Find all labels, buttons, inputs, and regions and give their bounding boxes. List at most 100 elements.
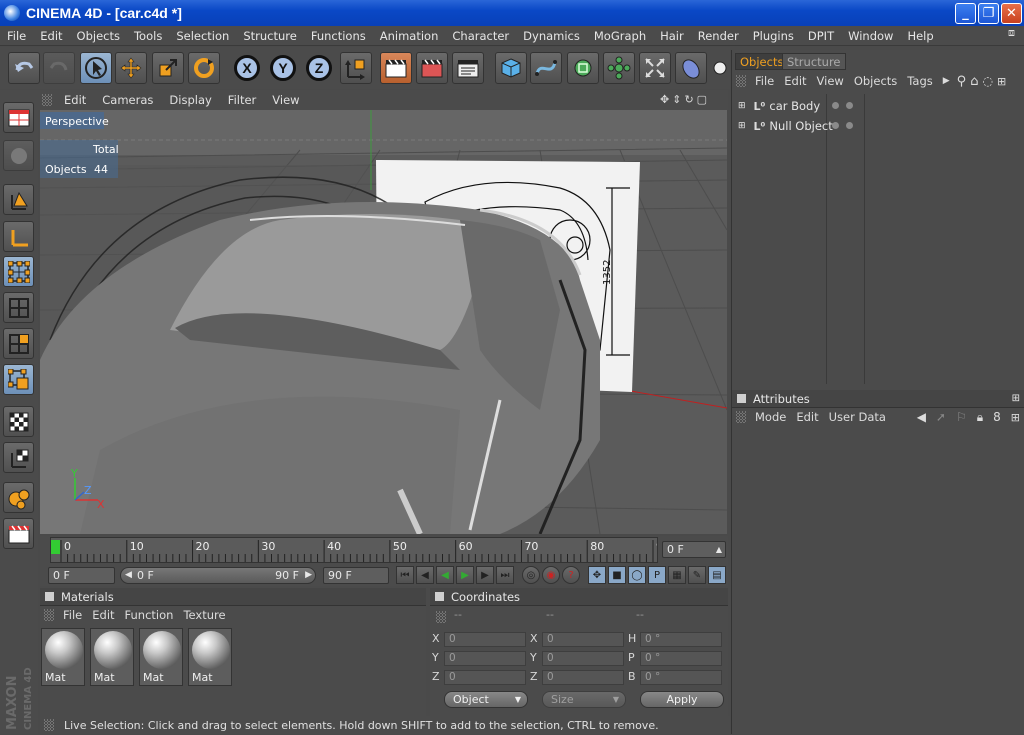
render-settings-icon[interactable] — [452, 52, 484, 84]
undo-icon[interactable] — [8, 52, 40, 84]
z-axis-lock-icon[interactable]: Z — [303, 52, 335, 84]
menu-selection[interactable]: Selection — [169, 29, 236, 43]
editor-visibility-dot[interactable] — [832, 102, 839, 109]
material-swatch[interactable]: Mat — [41, 628, 85, 686]
material-menu-edit[interactable]: Edit — [87, 608, 119, 622]
key-pla-icon[interactable]: ▦ — [668, 566, 686, 584]
material-swatch[interactable]: Mat — [139, 628, 183, 686]
spline-icon[interactable] — [530, 52, 562, 84]
use-point-tool-icon[interactable] — [3, 256, 34, 287]
size-x-field[interactable]: 0 — [542, 632, 624, 647]
lock-icon[interactable]: 🔒︎ — [972, 410, 988, 425]
key-parameter-icon[interactable]: P — [648, 566, 666, 584]
new-window-icon[interactable]: ⊞ — [1006, 411, 1024, 424]
object-menu-file[interactable]: File — [750, 74, 779, 88]
material-menu-function[interactable]: Function — [120, 608, 179, 622]
pos-y-field[interactable]: 0 — [444, 651, 526, 666]
use-axis-tool-icon[interactable] — [3, 221, 34, 252]
viewport-menu-display[interactable]: Display — [161, 93, 219, 107]
live-selection-icon[interactable] — [80, 52, 112, 84]
material-swatch[interactable]: Mat — [90, 628, 134, 686]
texture-axis-tool-icon[interactable] — [3, 364, 34, 395]
link-icon[interactable]: 8 — [988, 410, 1006, 424]
render-visibility-dot[interactable] — [846, 122, 853, 129]
viewport-menu-filter[interactable]: Filter — [220, 93, 264, 107]
go-to-end-icon[interactable]: ⏭ — [496, 566, 514, 584]
play-forwards-icon[interactable]: ▶ — [456, 566, 474, 584]
back-arrow-icon[interactable]: ◀ — [912, 410, 931, 424]
min-time-field[interactable]: 0 F — [48, 567, 115, 584]
material-menu-grip[interactable] — [44, 609, 54, 621]
menu-edit[interactable]: Edit — [33, 29, 69, 43]
menu-plugins[interactable]: Plugins — [746, 29, 801, 43]
attribute-menu-mode[interactable]: Mode — [750, 410, 791, 424]
object-menu-tags[interactable]: Tags — [902, 74, 937, 88]
eye-icon[interactable]: ◌ — [980, 74, 994, 88]
menu-objects[interactable]: Objects — [70, 29, 127, 43]
deformer-icon[interactable] — [639, 52, 671, 84]
size-y-field[interactable]: 0 — [542, 651, 624, 666]
current-frame-field[interactable]: 0 F ▲ — [662, 541, 726, 558]
autokeying-icon[interactable]: ◉ — [542, 566, 560, 584]
use-texture-tool-icon[interactable] — [3, 406, 34, 437]
size-z-field[interactable]: 0 — [542, 670, 624, 685]
tweak-mode-icon[interactable] — [3, 482, 34, 513]
viewport-menu-edit[interactable]: Edit — [56, 93, 94, 107]
menu-help[interactable]: Help — [900, 29, 940, 43]
array-icon[interactable] — [603, 52, 635, 84]
range-left-arrow-icon[interactable]: ◀ — [125, 568, 132, 583]
menu-overflow-icon[interactable]: ▶ — [938, 76, 955, 86]
rot-h-field[interactable]: 0 ° — [640, 632, 722, 647]
menu-window[interactable]: Window — [841, 29, 900, 43]
coordinate-mode-dropdown[interactable]: Object ▼ — [444, 691, 528, 708]
animation-mode-icon[interactable] — [3, 518, 34, 549]
panel-grip-icon[interactable] — [45, 592, 54, 601]
panel-menu-icon[interactable]: ⧈ — [1008, 26, 1022, 40]
go-to-start-icon[interactable]: ⏮ — [396, 566, 414, 584]
home-icon[interactable]: ⌂ — [968, 74, 980, 89]
material-menu-texture[interactable]: Texture — [178, 608, 230, 622]
new-window-icon[interactable]: ⊞ — [995, 75, 1008, 88]
pos-x-field[interactable]: 0 — [444, 632, 526, 647]
viewport-menu-cameras[interactable]: Cameras — [94, 93, 161, 107]
object-menu-edit[interactable]: Edit — [779, 74, 811, 88]
minimize-button[interactable]: _ — [955, 3, 976, 24]
use-object-tool-icon[interactable] — [3, 184, 34, 215]
preview-range-slider[interactable]: ◀ 0 F 90 F ▶ — [120, 567, 316, 584]
tab-structure[interactable]: Structure — [782, 53, 846, 70]
close-button[interactable]: ✕ — [1001, 3, 1022, 24]
attribute-menu-grip[interactable] — [736, 411, 746, 423]
tab-objects[interactable]: Objects — [735, 53, 789, 70]
x-axis-lock-icon[interactable]: X — [231, 52, 263, 84]
search-icon[interactable]: ⚲ — [955, 74, 969, 89]
expand-icon[interactable]: ⊞ — [738, 101, 746, 111]
next-key-icon[interactable]: ▶ — [476, 566, 494, 584]
editor-visibility-dot[interactable] — [832, 122, 839, 129]
menu-animation[interactable]: Animation — [373, 29, 446, 43]
size-mode-dropdown[interactable]: Size ▼ — [542, 691, 626, 708]
range-right-arrow-icon[interactable]: ▶ — [305, 568, 312, 583]
pos-z-field[interactable]: 0 — [444, 670, 526, 685]
record-keyframe-icon[interactable]: ◎ — [522, 566, 540, 584]
move-icon[interactable] — [115, 52, 147, 84]
viewport-menu-view[interactable]: View — [264, 93, 307, 107]
timeline-window-icon[interactable]: ▤ — [708, 566, 726, 584]
viewport-grip[interactable] — [42, 94, 52, 106]
material-swatch[interactable]: Mat — [188, 628, 232, 686]
scale-icon[interactable] — [152, 52, 184, 84]
material-menu-file[interactable]: File — [58, 608, 87, 622]
panel-menu-icon[interactable]: ⊞ — [1012, 393, 1020, 404]
object-menu-grip[interactable] — [736, 75, 746, 87]
rot-p-field[interactable]: 0 ° — [640, 651, 722, 666]
redo-icon[interactable] — [43, 52, 75, 84]
apply-button[interactable]: Apply — [640, 691, 724, 708]
menu-functions[interactable]: Functions — [304, 29, 373, 43]
scene-icon[interactable] — [675, 52, 707, 84]
use-polygon-tool-icon[interactable] — [3, 328, 34, 359]
maximize-button[interactable]: ❐ — [978, 3, 999, 24]
object-name[interactable]: car Body — [769, 99, 820, 113]
attribute-menu-user-data[interactable]: User Data — [824, 410, 891, 424]
timeline-ruler[interactable]: 0 10 20 30 40 50 60 70 80 90 — [50, 537, 670, 563]
max-time-field[interactable]: 90 F — [323, 567, 389, 584]
panel-grip-icon[interactable] — [737, 394, 746, 403]
